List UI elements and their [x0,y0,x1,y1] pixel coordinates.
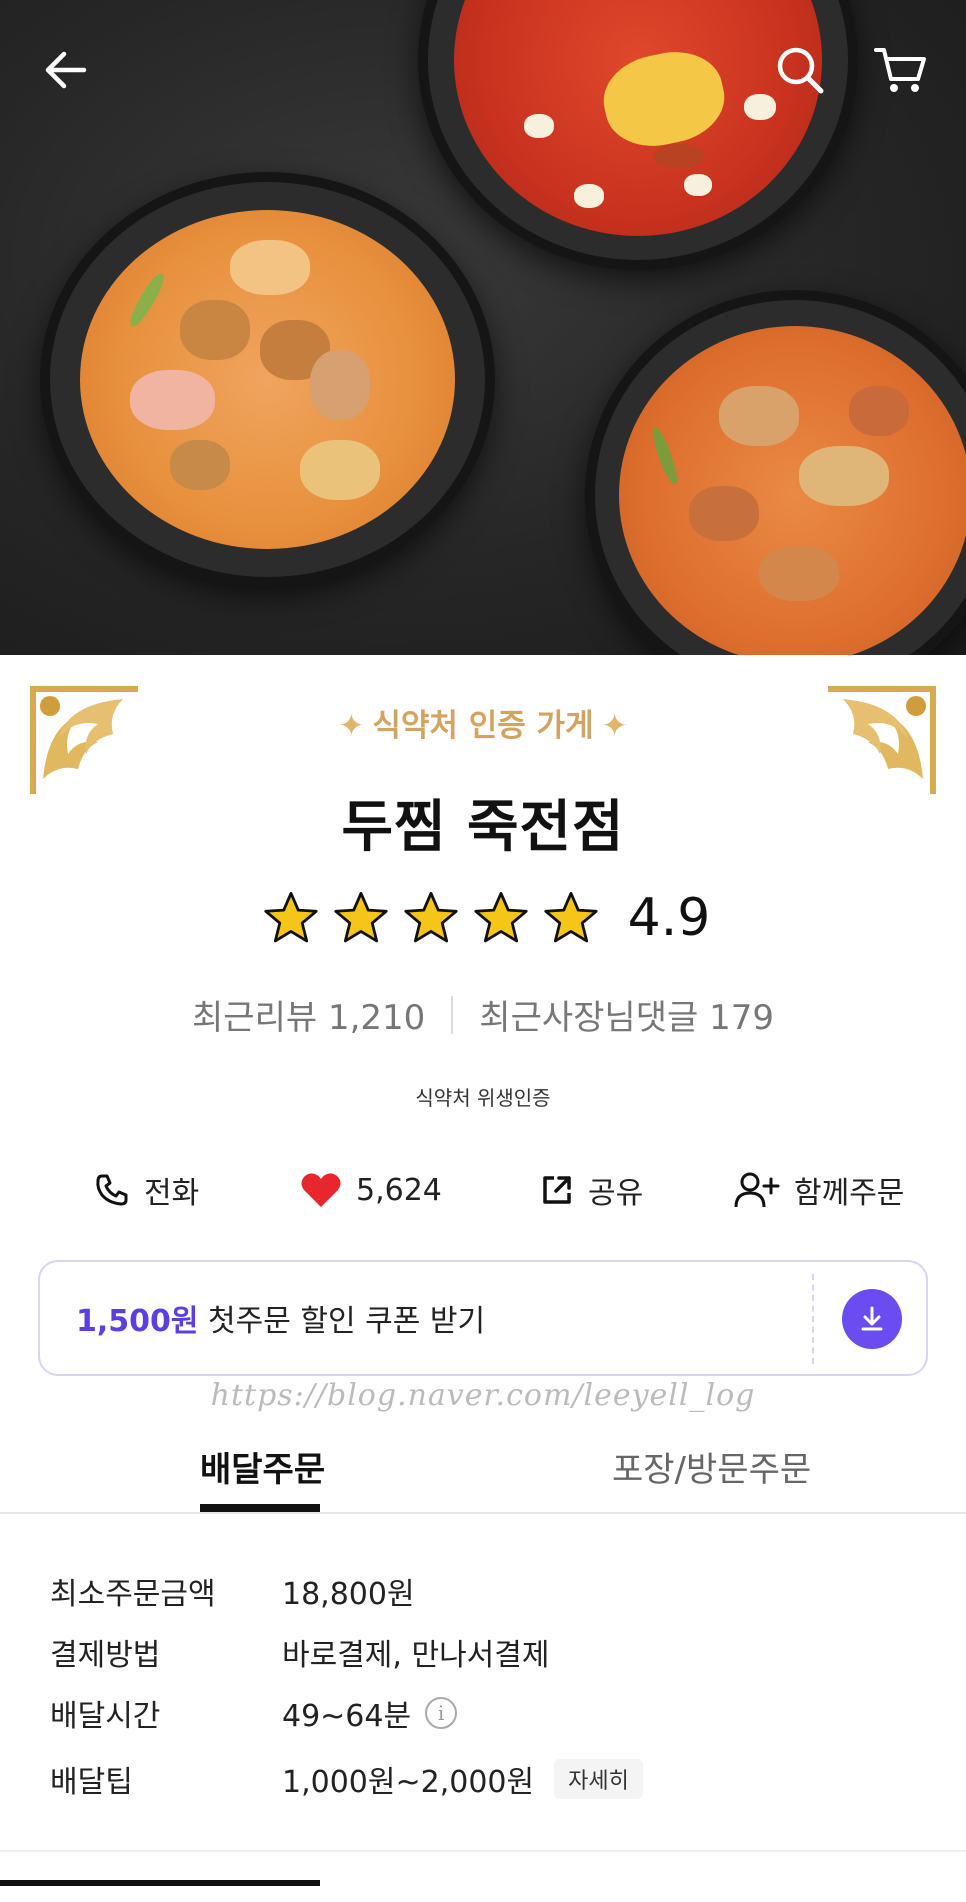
star-icon [474,891,528,943]
share-icon [543,1176,571,1204]
section-divider [0,1850,966,1852]
coupon-divider [812,1274,814,1364]
hygiene-cert-label[interactable]: 식약처 위생인증 [0,1082,966,1111]
sparkle-icon: ✦ [338,708,365,744]
cert-badge-title: ✦ 식약처 인증 가게 ✦ [0,700,966,745]
active-tab-indicator [200,1504,320,1512]
info-row-payment: 결제방법 바로결제, 만나서결제 [50,1630,549,1674]
add-user-icon [734,1172,780,1208]
food-plate-cream-jjimdak [40,172,495,587]
recent-reviews[interactable]: 최근리뷰 1,210 [192,990,425,1039]
info-icon[interactable]: i [425,1697,458,1729]
call-label: 전화 [144,1176,200,1211]
coupon-download-button[interactable] [842,1289,902,1349]
tip-detail-button[interactable]: 자세히 [554,1759,643,1799]
delivery-time-value: 49~64분 [282,1699,412,1734]
star-icon [264,891,318,943]
order-type-tabs: 배달주문 포장/방문주문 [0,1428,966,1514]
share-label: 공유 [588,1176,644,1211]
min-order-label: 최소주문금액 [50,1577,216,1612]
call-button[interactable]: 전화 [94,1164,199,1216]
group-order-label: 함께주문 [794,1176,905,1211]
store-name: 두찜 죽전점 [341,795,625,860]
owner-comments[interactable]: 최근사장님댓글 179 [479,990,774,1039]
cert-badge-label: 식약처 인증 가게 [372,708,594,744]
info-row-delivery-tip: 배달팁 1,000원~2,000원 자세히 [50,1757,643,1801]
payment-label: 결제방법 [50,1638,161,1673]
coupon-banner[interactable]: 1,500원 첫주문 할인 쿠폰 받기 [38,1260,928,1376]
delivery-tip-value: 1,000원~2,000원 [282,1765,535,1800]
review-summary[interactable]: 최근리뷰 1,210 최근사장님댓글 179 [0,990,966,1039]
delivery-time-label: 배달시간 [50,1699,161,1734]
star-icon [404,891,458,943]
tab-takeout[interactable]: 포장/방문주문 [612,1442,811,1491]
phone-icon [96,1174,128,1206]
star-icon [334,891,388,943]
back-button[interactable] [34,38,98,102]
tab-delivery[interactable]: 배달주문 [200,1442,325,1491]
info-row-delivery-time: 배달시간 49~64분 i [50,1691,458,1735]
coupon-amount: 1,500원 [76,1304,199,1339]
info-row-min-order: 최소주문금액 18,800원 [50,1569,415,1613]
group-order-button[interactable]: 함께주문 [734,1164,904,1216]
arrow-left-icon [45,51,87,89]
star-icon [544,891,598,943]
heart-icon [301,1173,341,1207]
share-button[interactable]: 공유 [540,1164,643,1216]
search-icon [777,47,824,94]
download-icon [861,1306,883,1331]
cart-button[interactable] [868,38,932,102]
next-section-tab-indicator [0,1880,320,1886]
coupon-text: 1,500원 첫주문 할인 쿠폰 받기 [76,1296,485,1340]
food-plate-spicy-jjimdak [585,290,966,655]
search-button[interactable] [768,38,832,102]
like-button[interactable]: 5,624 [300,1164,442,1216]
payment-value: 바로결제, 만나서결제 [282,1638,550,1673]
delivery-info: 최소주문금액 18,800원 결제방법 바로결제, 만나서결제 배달시간 49~… [0,1514,966,1848]
blog-watermark: https://blog.naver.com/leeyell_log [210,1378,756,1413]
delivery-tip-label: 배달팁 [50,1765,133,1800]
coupon-label: 첫주문 할인 쿠폰 받기 [198,1304,486,1339]
rating-row[interactable]: 4.9 [0,888,966,948]
action-bar: 전화 5,624 공유 함께주문 [0,1164,966,1216]
store-hero-image [0,0,966,655]
divider [451,995,454,1034]
sparkle-icon: ✦ [601,708,628,744]
min-order-value: 18,800원 [282,1577,415,1612]
cart-icon [874,48,926,92]
like-count: 5,624 [356,1172,442,1208]
rating-value: 4.9 [627,888,711,948]
